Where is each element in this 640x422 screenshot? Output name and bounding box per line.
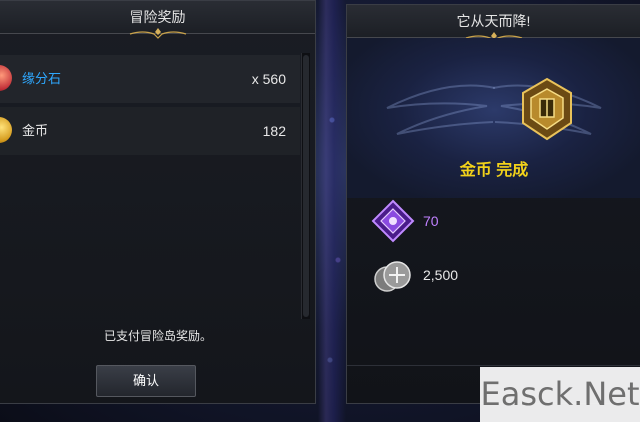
adventure-reward-panel: 冒险奖励 缘分石 x 560 金币 182 已支付冒险岛奖励。 确认 bbox=[0, 0, 316, 404]
fate-stone-icon bbox=[0, 65, 12, 91]
panel-title-bar: 它从天而降! bbox=[347, 5, 640, 43]
reward-list[interactable]: 缘分石 x 560 金币 182 bbox=[0, 51, 300, 321]
coin-amount: 2,500 bbox=[423, 267, 459, 283]
coin-stack-icon bbox=[374, 261, 411, 292]
item-quantity: 182 bbox=[262, 123, 286, 139]
gem-amount: 70 bbox=[423, 213, 439, 229]
drop-reward-panel: 它从天而降! 金币 完成 70 2,500 bbox=[346, 4, 640, 404]
gold-medal-icon bbox=[522, 77, 572, 141]
item-quantity: x 560 bbox=[251, 71, 286, 87]
purple-gem-icon bbox=[371, 199, 415, 243]
reward-row-gem: 70 bbox=[347, 195, 640, 247]
watermark: Easck.Net bbox=[480, 367, 640, 422]
panel-title: 它从天而降! bbox=[456, 13, 531, 29]
panel-title-bar: 冒险奖励 bbox=[0, 1, 315, 39]
panel-title: 冒险奖励 bbox=[129, 9, 186, 25]
scrollbar[interactable] bbox=[301, 53, 310, 319]
item-name: 金币 bbox=[22, 123, 49, 138]
left-wing-icon bbox=[386, 84, 496, 135]
reward-row-fate-stone[interactable]: 缘分石 x 560 bbox=[0, 55, 300, 103]
item-name: 缘分石 bbox=[22, 71, 62, 86]
gold-coin-icon bbox=[0, 117, 12, 143]
title-ornament-icon bbox=[129, 28, 186, 39]
reward-row-gold[interactable]: 金币 182 bbox=[0, 107, 300, 155]
reward-row-coins: 2,500 bbox=[347, 249, 640, 301]
confirm-button[interactable]: 确认 bbox=[96, 365, 196, 397]
scroll-thumb[interactable] bbox=[303, 55, 309, 317]
divider bbox=[347, 365, 640, 366]
payment-message: 已支付冒险岛奖励。 bbox=[103, 329, 212, 343]
completion-text: 金币 完成 bbox=[459, 162, 529, 179]
